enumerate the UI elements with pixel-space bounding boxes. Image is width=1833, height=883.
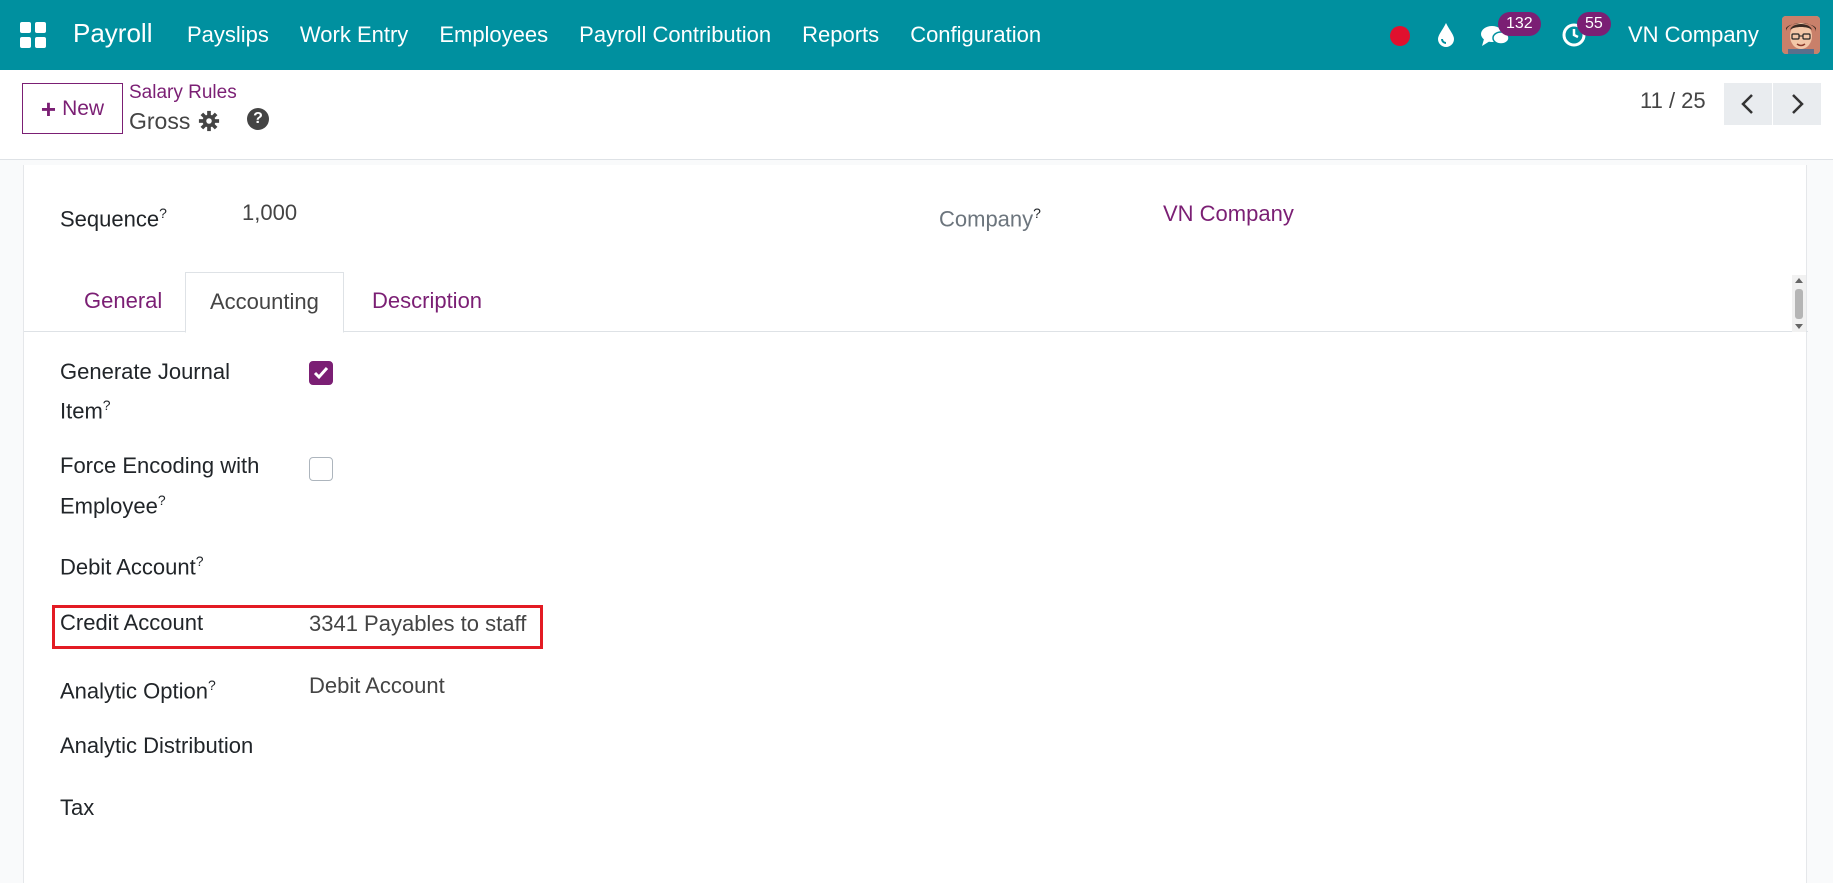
tab-scrollbar[interactable] bbox=[1792, 275, 1806, 332]
form-sheet: Sequence? 1,000 Company? VN Company Gene… bbox=[23, 165, 1808, 883]
tax-label: Tax bbox=[60, 795, 95, 820]
sequence-label: Sequence? bbox=[60, 205, 167, 232]
company-switcher[interactable]: VN Company bbox=[1628, 22, 1759, 48]
help-icon[interactable]: ? bbox=[247, 108, 269, 130]
notebook-tabs: General Accounting Description bbox=[24, 272, 1808, 333]
menu-item-work-entry[interactable]: Work Entry bbox=[300, 22, 408, 48]
scroll-up-icon[interactable] bbox=[1795, 278, 1803, 283]
tab-general[interactable]: General bbox=[60, 272, 186, 332]
generate-journal-item-checkbox[interactable] bbox=[309, 361, 333, 385]
generate-journal-item-label-line2: Item? bbox=[60, 397, 111, 424]
scroll-thumb[interactable] bbox=[1795, 289, 1803, 319]
debit-account-label: Debit Account? bbox=[60, 553, 204, 580]
scroll-down-icon[interactable] bbox=[1795, 324, 1803, 329]
force-encoding-label: Force Encoding with bbox=[60, 453, 260, 478]
chat-count-badge: 132 bbox=[1498, 12, 1541, 36]
menu-item-configuration[interactable]: Configuration bbox=[910, 22, 1041, 48]
tab-description[interactable]: Description bbox=[348, 272, 506, 332]
new-button-label: New bbox=[62, 96, 105, 120]
drop-icon[interactable] bbox=[1436, 22, 1456, 48]
menu-item-employees[interactable]: Employees bbox=[439, 22, 548, 48]
menu-item-payslips[interactable]: Payslips bbox=[187, 22, 269, 48]
chevron-left-icon bbox=[1741, 94, 1753, 114]
main-menu: Payslips Work Entry Employees Payroll Co… bbox=[187, 0, 1072, 70]
sequence-value[interactable]: 1,000 bbox=[242, 196, 297, 230]
menu-item-reports[interactable]: Reports bbox=[802, 22, 879, 48]
analytic-option-value[interactable]: Debit Account bbox=[309, 669, 445, 703]
activity-count-badge: 55 bbox=[1577, 12, 1611, 36]
analytic-option-label: Analytic Option? bbox=[60, 677, 216, 704]
record-indicator-icon[interactable] bbox=[1390, 26, 1410, 46]
app-brand[interactable]: Payroll bbox=[73, 18, 152, 49]
credit-account-label: Credit Account bbox=[60, 610, 204, 635]
pager-value[interactable]: 11 / 25 bbox=[1640, 88, 1706, 114]
new-record-button[interactable]: + New bbox=[22, 83, 123, 134]
control-panel: + New Salary Rules Gross ? 11 / 25 bbox=[0, 70, 1833, 160]
force-encoding-checkbox[interactable] bbox=[309, 457, 333, 481]
user-avatar[interactable] bbox=[1782, 16, 1820, 54]
gear-icon[interactable] bbox=[198, 110, 220, 132]
app-menu-grid-icon[interactable] bbox=[20, 22, 46, 48]
company-value-link[interactable]: VN Company bbox=[1163, 197, 1294, 231]
company-label: Company? bbox=[939, 205, 1041, 232]
tab-accounting[interactable]: Accounting bbox=[185, 272, 344, 333]
breadcrumb-salary-rules[interactable]: Salary Rules bbox=[129, 82, 237, 104]
check-icon bbox=[313, 367, 329, 380]
top-navbar: Payroll Payslips Work Entry Employees Pa… bbox=[0, 0, 1833, 70]
plus-icon: + bbox=[40, 93, 57, 124]
pager-previous-button[interactable] bbox=[1724, 83, 1772, 125]
pager-next-button[interactable] bbox=[1773, 83, 1821, 125]
credit-account-value[interactable]: 3341 Payables to staff bbox=[309, 607, 526, 641]
chevron-right-icon bbox=[1792, 94, 1804, 114]
analytic-distribution-label: Analytic Distribution bbox=[60, 733, 254, 758]
force-encoding-label-line2: Employee? bbox=[60, 492, 166, 519]
generate-journal-item-label: Generate Journal bbox=[60, 359, 230, 384]
record-title: Gross bbox=[129, 108, 191, 134]
menu-item-payroll-contribution[interactable]: Payroll Contribution bbox=[579, 22, 771, 48]
